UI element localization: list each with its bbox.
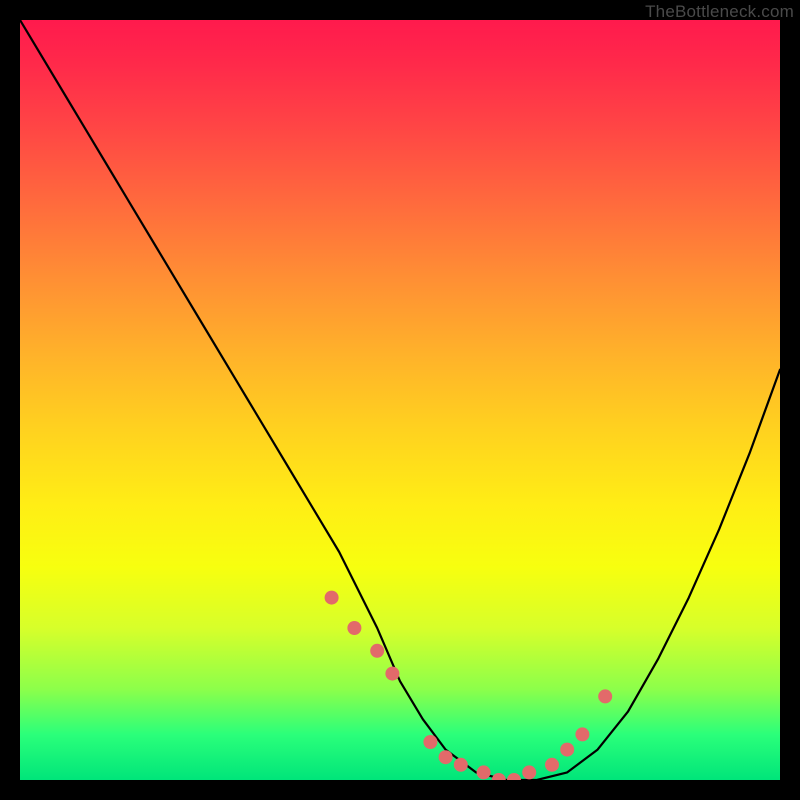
watermark-text: TheBottleneck.com bbox=[645, 2, 794, 22]
highlight-dot bbox=[385, 667, 399, 681]
highlight-dot bbox=[325, 591, 339, 605]
highlight-dot bbox=[477, 765, 491, 779]
highlight-dot bbox=[370, 644, 384, 658]
highlight-dot bbox=[560, 743, 574, 757]
highlight-dot bbox=[492, 773, 506, 780]
highlight-dots bbox=[325, 591, 613, 780]
bottleneck-curve bbox=[20, 20, 780, 780]
highlight-dot bbox=[347, 621, 361, 635]
highlight-dot bbox=[598, 689, 612, 703]
curve-svg bbox=[20, 20, 780, 780]
highlight-dot bbox=[439, 750, 453, 764]
plot-area bbox=[20, 20, 780, 780]
highlight-dot bbox=[454, 758, 468, 772]
highlight-dot bbox=[575, 727, 589, 741]
highlight-dot bbox=[423, 735, 437, 749]
highlight-dot bbox=[522, 765, 536, 779]
chart-stage: TheBottleneck.com bbox=[0, 0, 800, 800]
highlight-dot bbox=[545, 758, 559, 772]
highlight-dot bbox=[507, 773, 521, 780]
